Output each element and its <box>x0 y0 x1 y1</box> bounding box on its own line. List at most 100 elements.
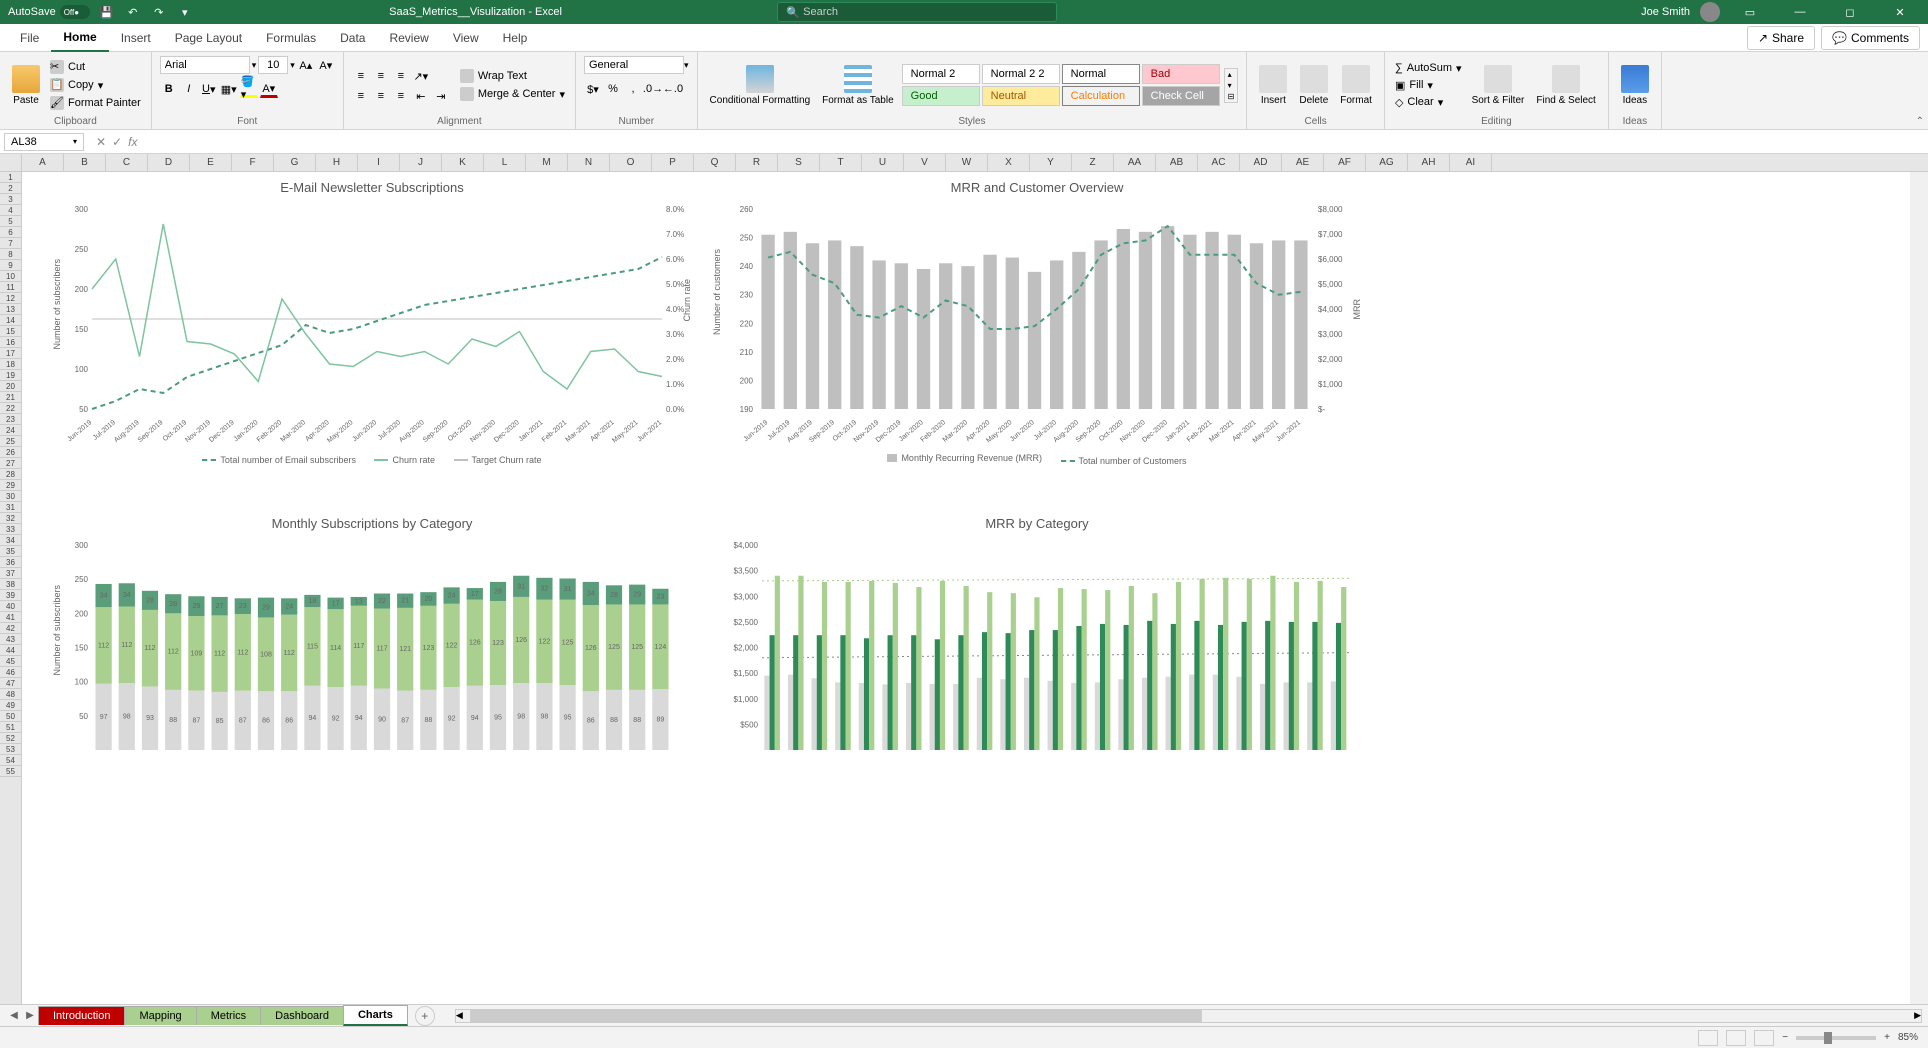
row-header[interactable]: 38 <box>0 579 21 590</box>
zoom-level[interactable]: 85% <box>1898 1032 1918 1043</box>
row-header[interactable]: 41 <box>0 612 21 623</box>
row-header[interactable]: 25 <box>0 436 21 447</box>
column-header[interactable]: AG <box>1366 154 1408 171</box>
tab-review[interactable]: Review <box>377 25 440 51</box>
row-header[interactable]: 45 <box>0 656 21 667</box>
increase-font-icon[interactable]: A▴ <box>297 56 315 74</box>
column-header[interactable]: L <box>484 154 526 171</box>
conditional-formatting-button[interactable]: Conditional Formatting <box>706 63 815 108</box>
row-header[interactable]: 21 <box>0 392 21 403</box>
column-header[interactable]: V <box>904 154 946 171</box>
row-header[interactable]: 51 <box>0 722 21 733</box>
column-header[interactable]: H <box>316 154 358 171</box>
row-header[interactable]: 50 <box>0 711 21 722</box>
row-header[interactable]: 30 <box>0 491 21 502</box>
column-header[interactable]: O <box>610 154 652 171</box>
row-header[interactable]: 43 <box>0 634 21 645</box>
row-header[interactable]: 34 <box>0 535 21 546</box>
row-header[interactable]: 10 <box>0 271 21 282</box>
increase-decimal-icon[interactable]: .0→ <box>644 80 662 98</box>
row-header[interactable]: 4 <box>0 205 21 216</box>
wrap-text-button[interactable]: Wrap Text <box>458 68 567 84</box>
font-size-input[interactable] <box>258 56 288 74</box>
underline-button[interactable]: U▾ <box>200 80 218 98</box>
row-header[interactable]: 27 <box>0 458 21 469</box>
row-header[interactable]: 47 <box>0 678 21 689</box>
row-header[interactable]: 40 <box>0 601 21 612</box>
save-icon[interactable]: 💾 <box>98 3 116 21</box>
tab-data[interactable]: Data <box>328 25 377 51</box>
sheet-tab-charts[interactable]: Charts <box>343 1005 408 1026</box>
row-header[interactable]: 42 <box>0 623 21 634</box>
column-header[interactable]: AD <box>1240 154 1282 171</box>
user-name[interactable]: Joe Smith <box>1641 6 1690 18</box>
row-header[interactable]: 23 <box>0 414 21 425</box>
row-header[interactable]: 2 <box>0 183 21 194</box>
row-header[interactable]: 54 <box>0 755 21 766</box>
orientation-icon[interactable]: ↗▾ <box>412 67 430 85</box>
column-header[interactable]: AF <box>1324 154 1366 171</box>
style-good[interactable]: Good <box>902 86 980 106</box>
row-header[interactable]: 46 <box>0 667 21 678</box>
row-header[interactable]: 15 <box>0 326 21 337</box>
row-header[interactable]: 48 <box>0 689 21 700</box>
column-header[interactable]: I <box>358 154 400 171</box>
tab-page-layout[interactable]: Page Layout <box>163 25 254 51</box>
decrease-decimal-icon[interactable]: ←.0 <box>664 80 682 98</box>
row-header[interactable]: 9 <box>0 260 21 271</box>
column-header[interactable]: Y <box>1030 154 1072 171</box>
row-header[interactable]: 28 <box>0 469 21 480</box>
select-all-corner[interactable] <box>0 154 22 171</box>
column-header[interactable]: B <box>64 154 106 171</box>
percent-icon[interactable]: % <box>604 80 622 98</box>
redo-icon[interactable]: ↷ <box>150 3 168 21</box>
row-header[interactable]: 26 <box>0 447 21 458</box>
row-header[interactable]: 35 <box>0 546 21 557</box>
column-header[interactable]: A <box>22 154 64 171</box>
format-as-table-button[interactable]: Format as Table <box>818 63 898 108</box>
column-header[interactable]: D <box>148 154 190 171</box>
row-header[interactable]: 5 <box>0 216 21 227</box>
row-header[interactable]: 7 <box>0 238 21 249</box>
insert-cells-button[interactable]: Insert <box>1255 63 1291 108</box>
row-header[interactable]: 6 <box>0 227 21 238</box>
decrease-font-icon[interactable]: A▾ <box>317 56 335 74</box>
number-format-input[interactable] <box>584 56 684 74</box>
clear-button[interactable]: ◇ Clear ▾ <box>1393 95 1464 110</box>
column-header[interactable]: C <box>106 154 148 171</box>
column-header[interactable]: AI <box>1450 154 1492 171</box>
style-bad[interactable]: Bad <box>1142 64 1220 84</box>
format-cells-button[interactable]: Format <box>1336 63 1376 108</box>
tab-help[interactable]: Help <box>491 25 540 51</box>
column-header[interactable]: Q <box>694 154 736 171</box>
style-neutral[interactable]: Neutral <box>982 86 1060 106</box>
row-header[interactable]: 20 <box>0 381 21 392</box>
tab-insert[interactable]: Insert <box>109 25 163 51</box>
tab-file[interactable]: File <box>8 25 51 51</box>
cut-button[interactable]: ✂Cut <box>48 59 143 75</box>
chart-subs-category[interactable]: Monthly Subscriptions by Category Number… <box>52 512 692 772</box>
row-header[interactable]: 18 <box>0 359 21 370</box>
column-header[interactable]: AC <box>1198 154 1240 171</box>
close-icon[interactable]: ✕ <box>1880 0 1920 24</box>
column-header[interactable]: M <box>526 154 568 171</box>
page-break-view-icon[interactable] <box>1754 1030 1774 1046</box>
minimize-icon[interactable]: — <box>1780 0 1820 24</box>
row-header[interactable]: 17 <box>0 348 21 359</box>
style-checkcell[interactable]: Check Cell <box>1142 86 1220 106</box>
style-normal2[interactable]: Normal 2 <box>902 64 980 84</box>
tab-view[interactable]: View <box>441 25 491 51</box>
row-header[interactable]: 11 <box>0 282 21 293</box>
ribbon-display-icon[interactable]: ▭ <box>1730 0 1770 24</box>
increase-indent-icon[interactable]: ⇥ <box>432 87 450 105</box>
column-header[interactable]: K <box>442 154 484 171</box>
column-header[interactable]: P <box>652 154 694 171</box>
worksheet-canvas[interactable]: E-Mail Newsletter Subscriptions Number o… <box>22 172 1910 1004</box>
share-button[interactable]: ↗ Share <box>1747 26 1815 50</box>
row-header[interactable]: 33 <box>0 524 21 535</box>
undo-icon[interactable]: ↶ <box>124 3 142 21</box>
cancel-formula-icon[interactable]: ✕ <box>96 135 106 149</box>
fill-button[interactable]: ▣ Fill ▾ <box>1393 78 1464 93</box>
align-middle-icon[interactable]: ≡ <box>372 67 390 85</box>
style-normal22[interactable]: Normal 2 2 <box>982 64 1060 84</box>
